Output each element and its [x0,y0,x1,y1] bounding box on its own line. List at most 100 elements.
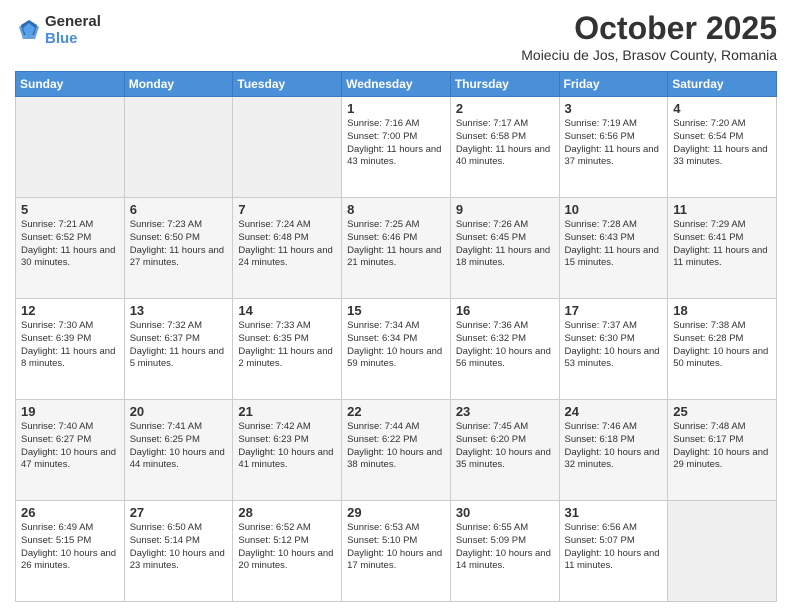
day-number: 22 [347,404,445,419]
day-info: Sunrise: 6:49 AM Sunset: 5:15 PM Dayligh… [21,522,119,573]
day-info: Sunrise: 7:25 AM Sunset: 6:46 PM Dayligh… [347,219,445,270]
day-info: Sunrise: 7:46 AM Sunset: 6:18 PM Dayligh… [565,421,663,472]
day-number: 8 [347,202,445,217]
weekday-header-row: Sunday Monday Tuesday Wednesday Thursday… [16,72,777,97]
day-number: 13 [130,303,228,318]
logo-text: General Blue [45,14,101,47]
day-number: 24 [565,404,663,419]
day-number: 16 [456,303,554,318]
calendar-week-row: 26 Sunrise: 6:49 AM Sunset: 5:15 PM Dayli… [16,501,777,602]
title-block: October 2025 Moieciu de Jos, Brasov Coun… [521,10,777,63]
table-row: 20 Sunrise: 7:41 AM Sunset: 6:25 PM Dayli… [124,400,233,501]
day-info: Sunrise: 7:28 AM Sunset: 6:43 PM Dayligh… [565,219,663,270]
table-row: 29Sunrise: 6:53 AM Sunset: 5:10 PM Dayli… [342,501,451,602]
day-number: 21 [238,404,336,419]
day-info: Sunrise: 7:23 AM Sunset: 6:50 PM Dayligh… [130,219,228,270]
day-number: 1 [347,101,445,116]
table-row: 24 Sunrise: 7:46 AM Sunset: 6:18 PM Dayli… [559,400,668,501]
table-row: 9Sunrise: 7:26 AM Sunset: 6:45 PM Daylig… [450,198,559,299]
header-monday: Monday [124,72,233,97]
day-number: 20 [130,404,228,419]
day-info: Sunrise: 7:34 AM Sunset: 6:34 PM Dayligh… [347,320,445,371]
day-info: Sunrise: 7:16 AM Sunset: 7:00 PM Dayligh… [347,118,445,169]
logo-icon [15,17,43,45]
table-row [233,97,342,198]
day-info: Sunrise: 7:41 AM Sunset: 6:25 PM Dayligh… [130,421,228,472]
day-number: 4 [673,101,771,116]
table-row: 1 Sunrise: 7:16 AM Sunset: 7:00 PM Daylig… [342,97,451,198]
table-row: 5 Sunrise: 7:21 AM Sunset: 6:52 PM Daylig… [16,198,125,299]
logo-general: General [45,14,101,31]
table-row [16,97,125,198]
day-info: Sunrise: 6:56 AM Sunset: 5:07 PM Dayligh… [565,522,663,573]
table-row: 6Sunrise: 7:23 AM Sunset: 6:50 PM Daylig… [124,198,233,299]
table-row: 23Sunrise: 7:45 AM Sunset: 6:20 PM Dayli… [450,400,559,501]
day-number: 26 [21,505,119,520]
table-row: 17Sunrise: 7:37 AM Sunset: 6:30 PM Dayli… [559,299,668,400]
day-number: 18 [673,303,771,318]
table-row: 12 Sunrise: 7:30 AM Sunset: 6:39 PM Dayli… [16,299,125,400]
logo: General Blue [15,14,101,47]
day-info: Sunrise: 7:36 AM Sunset: 6:32 PM Dayligh… [456,320,554,371]
calendar-week-row: 5 Sunrise: 7:21 AM Sunset: 6:52 PM Daylig… [16,198,777,299]
day-info: Sunrise: 6:55 AM Sunset: 5:09 PM Dayligh… [456,522,554,573]
day-info: Sunrise: 6:50 AM Sunset: 5:14 PM Dayligh… [130,522,228,573]
day-info: Sunrise: 7:26 AM Sunset: 6:45 PM Dayligh… [456,219,554,270]
day-number: 11 [673,202,771,217]
table-row [124,97,233,198]
day-info: Sunrise: 7:30 AM Sunset: 6:39 PM Dayligh… [21,320,119,371]
day-info: Sunrise: 7:19 AM Sunset: 6:56 PM Dayligh… [565,118,663,169]
table-row: 30Sunrise: 6:55 AM Sunset: 5:09 PM Dayli… [450,501,559,602]
day-info: Sunrise: 7:24 AM Sunset: 6:48 PM Dayligh… [238,219,336,270]
day-info: Sunrise: 7:44 AM Sunset: 6:22 PM Dayligh… [347,421,445,472]
table-row: 10 Sunrise: 7:28 AM Sunset: 6:43 PM Dayli… [559,198,668,299]
month-title: October 2025 [521,10,777,47]
table-row: 27 Sunrise: 6:50 AM Sunset: 5:14 PM Dayli… [124,501,233,602]
calendar-page: General Blue October 2025 Moieciu de Jos… [0,0,792,612]
header: General Blue October 2025 Moieciu de Jos… [15,10,777,63]
day-number: 10 [565,202,663,217]
day-number: 23 [456,404,554,419]
day-number: 5 [21,202,119,217]
table-row: 7 Sunrise: 7:24 AM Sunset: 6:48 PM Daylig… [233,198,342,299]
header-thursday: Thursday [450,72,559,97]
logo-blue: Blue [45,31,101,48]
day-number: 3 [565,101,663,116]
location-subtitle: Moieciu de Jos, Brasov County, Romania [521,47,777,63]
day-info: Sunrise: 7:21 AM Sunset: 6:52 PM Dayligh… [21,219,119,270]
header-sunday: Sunday [16,72,125,97]
table-row [668,501,777,602]
day-number: 12 [21,303,119,318]
table-row: 18 Sunrise: 7:38 AM Sunset: 6:28 PM Dayli… [668,299,777,400]
day-info: Sunrise: 7:17 AM Sunset: 6:58 PM Dayligh… [456,118,554,169]
table-row: 26 Sunrise: 6:49 AM Sunset: 5:15 PM Dayli… [16,501,125,602]
day-info: Sunrise: 6:52 AM Sunset: 5:12 PM Dayligh… [238,522,336,573]
day-info: Sunrise: 7:32 AM Sunset: 6:37 PM Dayligh… [130,320,228,371]
calendar-week-row: 19Sunrise: 7:40 AM Sunset: 6:27 PM Dayli… [16,400,777,501]
day-number: 7 [238,202,336,217]
day-info: Sunrise: 7:48 AM Sunset: 6:17 PM Dayligh… [673,421,771,472]
day-info: Sunrise: 7:38 AM Sunset: 6:28 PM Dayligh… [673,320,771,371]
day-number: 27 [130,505,228,520]
table-row: 16 Sunrise: 7:36 AM Sunset: 6:32 PM Dayli… [450,299,559,400]
table-row: 13 Sunrise: 7:32 AM Sunset: 6:37 PM Dayli… [124,299,233,400]
day-info: Sunrise: 7:29 AM Sunset: 6:41 PM Dayligh… [673,219,771,270]
day-info: Sunrise: 6:53 AM Sunset: 5:10 PM Dayligh… [347,522,445,573]
day-number: 17 [565,303,663,318]
header-friday: Friday [559,72,668,97]
table-row: 22 Sunrise: 7:44 AM Sunset: 6:22 PM Dayli… [342,400,451,501]
day-info: Sunrise: 7:33 AM Sunset: 6:35 PM Dayligh… [238,320,336,371]
header-tuesday: Tuesday [233,72,342,97]
table-row: 2 Sunrise: 7:17 AM Sunset: 6:58 PM Daylig… [450,97,559,198]
table-row: 19Sunrise: 7:40 AM Sunset: 6:27 PM Dayli… [16,400,125,501]
table-row: 25 Sunrise: 7:48 AM Sunset: 6:17 PM Dayli… [668,400,777,501]
day-number: 25 [673,404,771,419]
day-number: 28 [238,505,336,520]
table-row: 15Sunrise: 7:34 AM Sunset: 6:34 PM Dayli… [342,299,451,400]
table-row: 21Sunrise: 7:42 AM Sunset: 6:23 PM Dayli… [233,400,342,501]
table-row: 28 Sunrise: 6:52 AM Sunset: 5:12 PM Dayli… [233,501,342,602]
day-number: 2 [456,101,554,116]
header-wednesday: Wednesday [342,72,451,97]
calendar-week-row: 1 Sunrise: 7:16 AM Sunset: 7:00 PM Daylig… [16,97,777,198]
day-number: 19 [21,404,119,419]
